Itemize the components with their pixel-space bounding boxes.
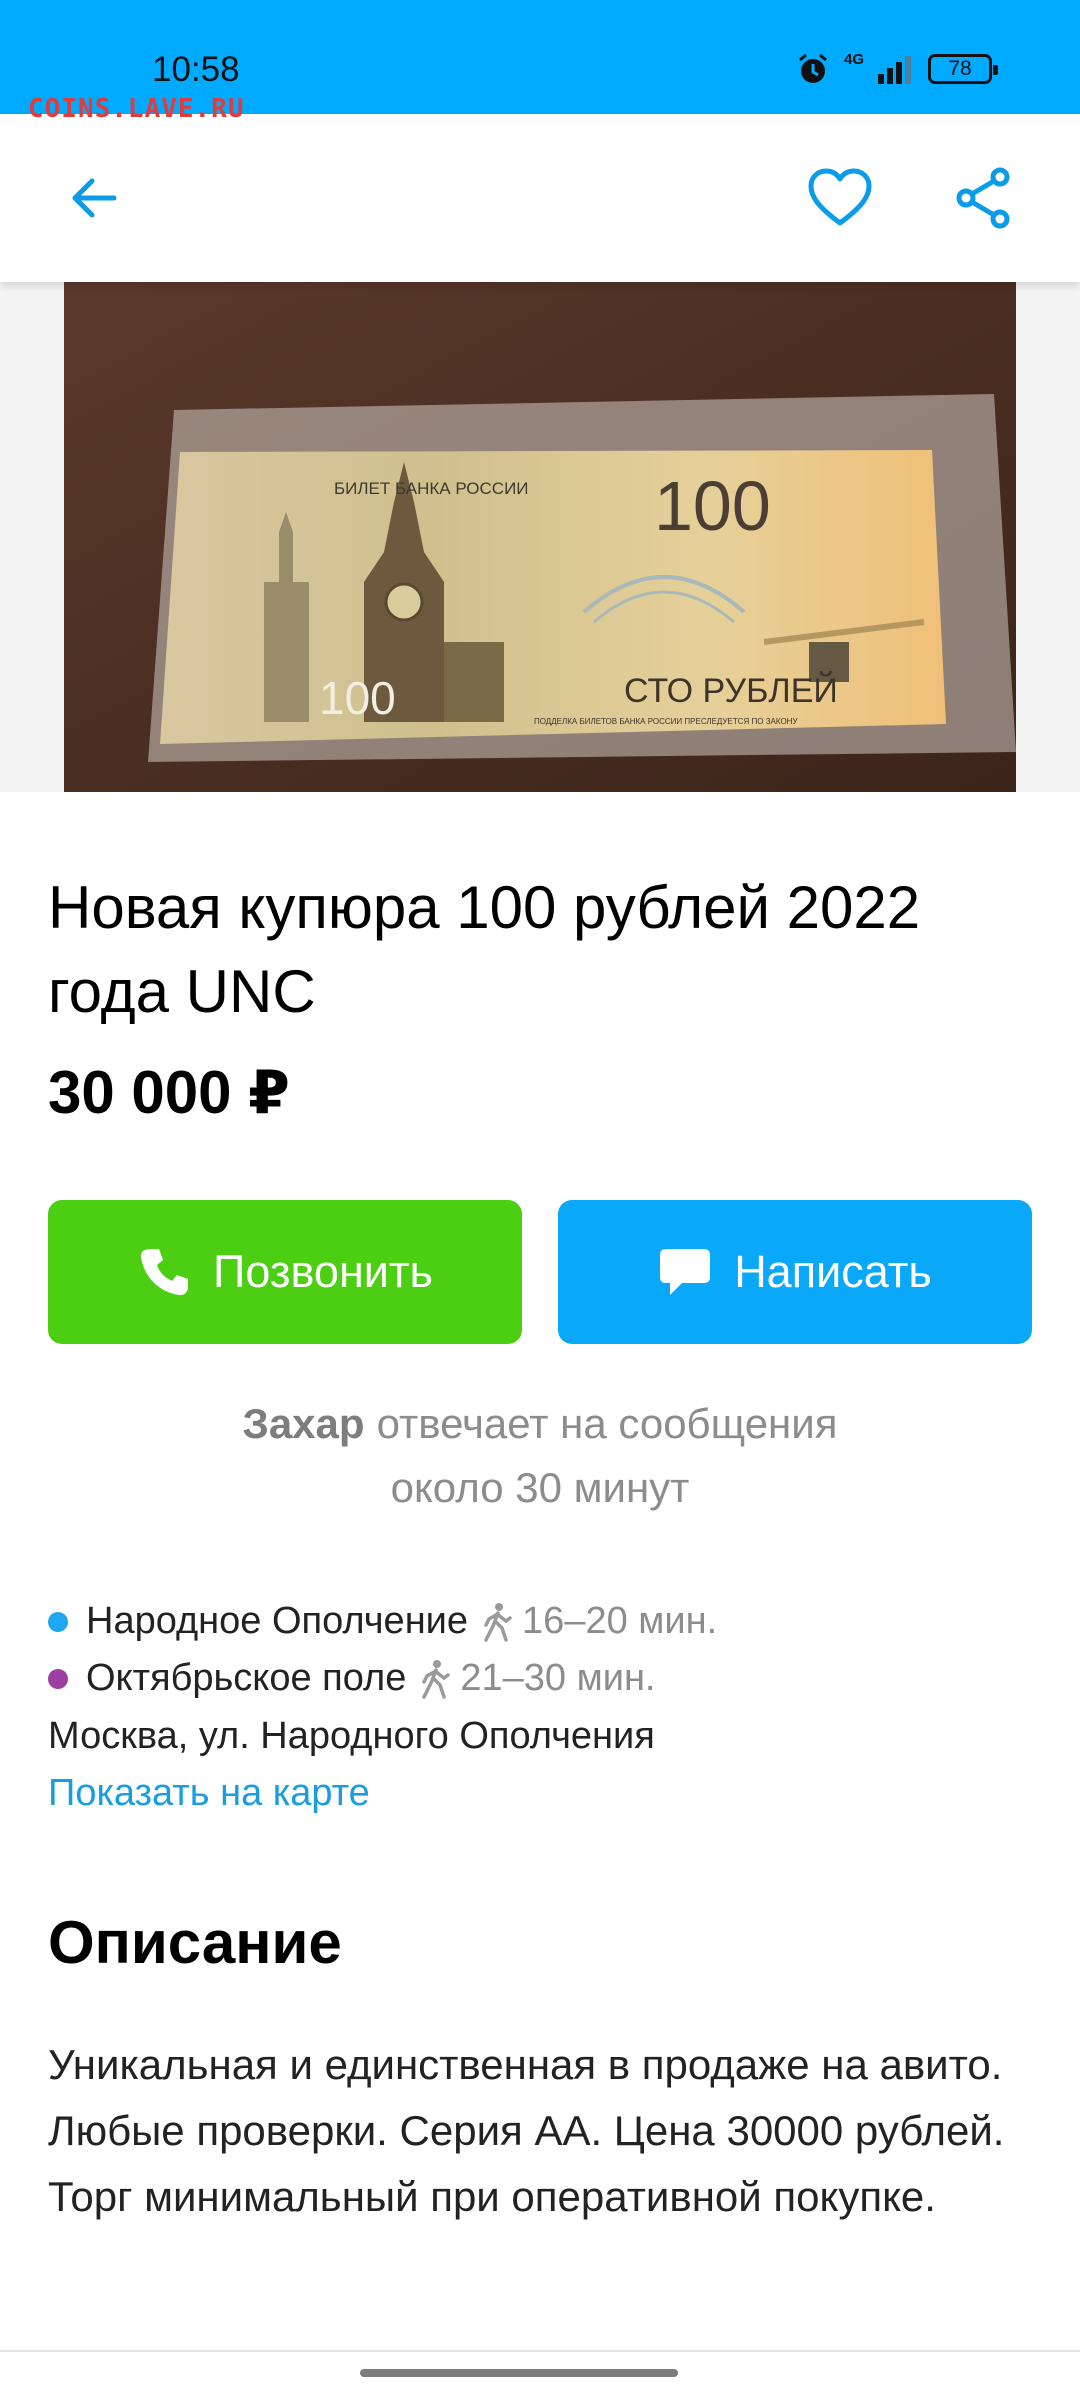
watermark: COINS.LAVE.RU <box>28 94 245 124</box>
walking-icon <box>422 1659 451 1699</box>
seller-responds-text: отвечает на сообщения <box>376 1400 838 1447</box>
share-icon <box>956 167 1010 229</box>
listing-photo-area: БИЛЕТ БАНКА РОССИИ 100 100 СТО РУБЛЕЙ ПО… <box>0 282 1080 792</box>
listing-price: 30 000 ₽ <box>48 1059 290 1126</box>
favorite-button[interactable] <box>804 162 876 234</box>
write-button-label: Написать <box>734 1246 932 1297</box>
status-time: 10:58 <box>152 50 240 89</box>
chat-icon <box>660 1249 711 1295</box>
call-button-label: Позвонить <box>213 1246 433 1297</box>
seller-name[interactable]: Захар <box>243 1400 365 1447</box>
battery-icon: 78 <box>928 54 998 84</box>
address: Москва, ул. Народного Ополчения <box>48 1715 655 1757</box>
home-indicator[interactable] <box>360 2369 678 2377</box>
back-button[interactable] <box>58 162 130 234</box>
status-icons: 4G 78 <box>796 50 998 86</box>
metro-station-2: Октябрьское поле 21–30 мин. <box>48 1657 655 1700</box>
metro-station-1: Народное Ополчение 16–20 мин. <box>48 1600 717 1643</box>
walking-icon <box>484 1602 512 1642</box>
banknote-header: БИЛЕТ БАНКА РОССИИ <box>334 479 529 498</box>
signal-icon <box>878 56 911 84</box>
banknote-photo: БИЛЕТ БАНКА РОССИИ 100 100 СТО РУБЛЕЙ ПО… <box>64 282 1016 792</box>
listing-photo[interactable]: БИЛЕТ БАНКА РОССИИ 100 100 СТО РУБЛЕЙ ПО… <box>64 282 1016 792</box>
metro-time: 16–20 мин. <box>522 1600 718 1642</box>
arrow-left-icon <box>72 178 117 218</box>
metro-name: Народное Ополчение <box>86 1600 469 1642</box>
metro-line-dot <box>48 1668 68 1689</box>
top-toolbar <box>0 114 1080 282</box>
share-button[interactable] <box>948 162 1020 234</box>
seller-response-info: Захар отвечает на сообщения около 30 мину… <box>0 1392 1080 1520</box>
description-text: Уникальная и единственная в продаже на а… <box>48 2041 1005 2220</box>
listing-title: Новая купюра 100 рублей 2022 года UNC <box>48 874 921 1025</box>
call-button[interactable]: Позвонить <box>48 1200 522 1344</box>
alarm-icon <box>799 53 827 83</box>
metro-time: 21–30 мин. <box>460 1657 656 1699</box>
network-type: 4G <box>843 50 864 68</box>
banknote-fine-print: ПОДДЕЛКА БИЛЕТОВ БАНКА РОССИИ ПРЕСЛЕДУЕТ… <box>534 717 798 726</box>
heart-outline-icon <box>808 168 872 226</box>
battery-level: 78 <box>948 57 972 80</box>
description-heading: Описание <box>48 1909 342 1976</box>
banknote-words: СТО РУБЛЕЙ <box>624 672 838 710</box>
metro-line-dot <box>48 1611 68 1632</box>
banknote-denomination-small: 100 <box>319 672 396 724</box>
bottom-divider <box>0 2350 1080 2352</box>
show-on-map-link[interactable]: Показать на карте <box>48 1772 370 1815</box>
metro-name: Октябрьское поле <box>86 1657 407 1699</box>
phone-icon <box>140 1249 189 1296</box>
banknote-denomination-large: 100 <box>654 467 771 545</box>
write-button[interactable]: Написать <box>558 1200 1032 1344</box>
seller-responds-time: около 30 минут <box>390 1464 690 1511</box>
